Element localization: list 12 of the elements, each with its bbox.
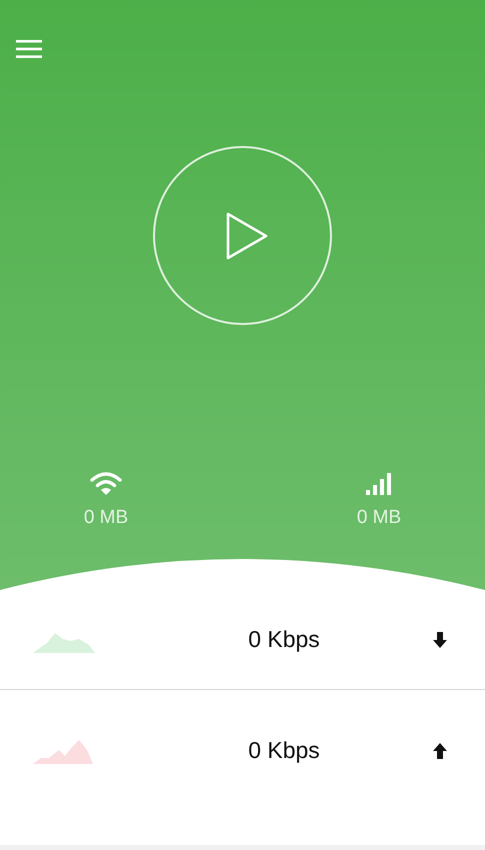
data-usage-text: 0 MB — [84, 507, 128, 529]
play-icon — [226, 212, 268, 260]
menu-icon — [16, 40, 42, 58]
speed-reading: 0 Kbps — [247, 737, 321, 764]
arrow-down-icon — [433, 632, 447, 648]
menu-button[interactable] — [14, 38, 44, 60]
arrow-up-icon — [433, 742, 447, 758]
data-usage-text: 0 MB — [356, 507, 402, 529]
signal-icon — [366, 473, 392, 495]
play-button[interactable] — [153, 146, 332, 325]
speed-reading: 0 Kbps — [247, 626, 321, 653]
wifi-icon — [89, 471, 123, 495]
